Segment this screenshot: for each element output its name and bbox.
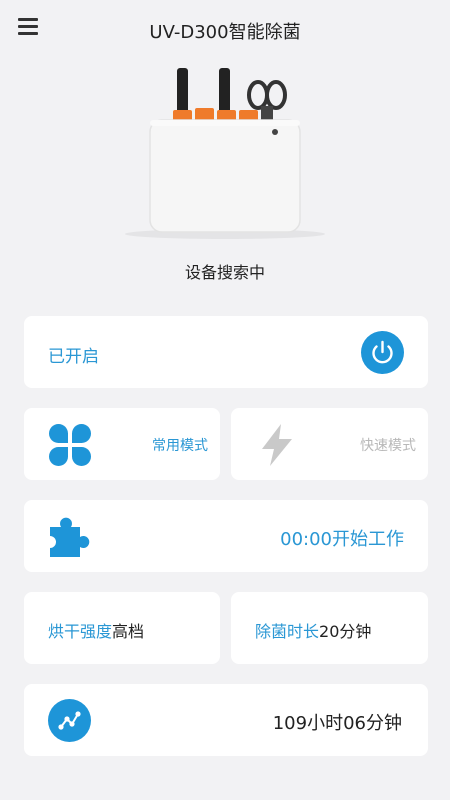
timer-text: 00:00开始工作 <box>280 529 404 550</box>
clover-icon <box>49 424 91 466</box>
drying-value: 高档 <box>112 622 145 641</box>
power-card: 已开启 <box>24 316 428 388</box>
device-status: 设备搜索中 <box>184 263 265 282</box>
power-icon <box>372 340 393 364</box>
app-header: UV-D300智能除菌 <box>0 0 450 56</box>
puzzle-icon <box>50 517 90 557</box>
mode-fast-button[interactable]: 快速模式 <box>231 408 428 480</box>
sterilization-label: 除菌时长 <box>255 622 320 641</box>
total-usage-card[interactable]: 109小时06分钟 <box>24 684 428 756</box>
power-button[interactable] <box>361 331 404 374</box>
page-title: UV-D300智能除菌 <box>149 22 301 43</box>
total-usage-text: 109小时06分钟 <box>272 713 402 734</box>
mode-normal-label: 常用模式 <box>152 438 208 454</box>
mode-fast-label: 快速模式 <box>360 438 416 454</box>
sterilization-setting[interactable]: 除菌时长20分钟 <box>231 592 428 664</box>
drying-setting[interactable]: 烘干强度高档 <box>24 592 220 664</box>
lightning-icon <box>262 424 292 466</box>
mode-normal-button[interactable]: 常用模式 <box>24 408 220 480</box>
drying-label: 烘干强度 <box>48 622 113 641</box>
power-status-label: 已开启 <box>48 347 99 367</box>
device-image <box>125 68 325 239</box>
sterilization-value: 20分钟 <box>319 622 372 641</box>
timer-card[interactable]: 00:00开始工作 <box>24 500 428 572</box>
stats-icon <box>48 699 91 742</box>
